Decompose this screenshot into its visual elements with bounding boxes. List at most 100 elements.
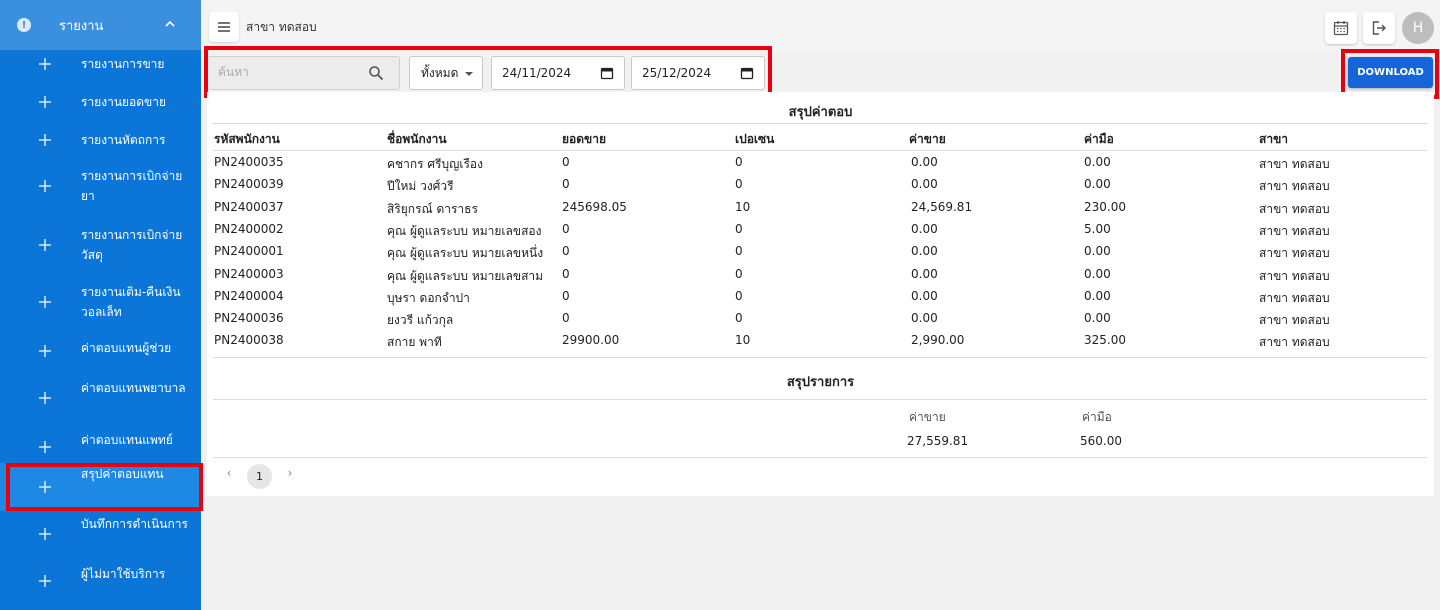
column-header: ชื่อพนักงาน [387,132,447,146]
sidebar-item[interactable]: บันทึกการดำเนินการ [0,513,201,555]
highlight-box-filters [204,46,772,98]
divider [213,150,1427,151]
sidebar-item-label: รายงานเติม-คืนเงินวอลเล็ท [81,285,181,319]
table-cell: คชากร ศรีบุญเรือง [387,157,483,171]
table-cell: 0 [735,177,743,192]
sidebar-item[interactable]: รายงานเติม-คืนเงินวอลเล็ท [0,281,201,323]
avatar[interactable]: H [1402,12,1434,44]
table-cell: 0 [562,266,570,281]
table-cell: 0.00 [911,266,938,281]
table-cell: 0.00 [1084,311,1111,326]
summary-sales-label: ค่าขาย [909,410,946,424]
table-cell: 0.00 [911,288,938,303]
summary-title: สรุปรายการ [786,375,855,390]
table-cell: PN2400037 [214,199,284,214]
plus-icon [38,295,52,309]
table-cell: ยงวรี แก้วกุล [387,313,454,328]
sidebar-item-label: ค่าตอบแทนแพทย์ [81,433,173,447]
sidebar-item[interactable]: ค่าตอบแทนแพทย์ [0,429,201,465]
sidebar-item-label: รายงานการขาย [81,57,165,71]
sidebar-item[interactable]: รายงานการขาย [0,53,201,75]
table-cell: PN2400003 [214,266,284,281]
table-cell: สาขา ทดสอบ [1259,335,1330,350]
sidebar-item-label: รายงานการเบิกจ่ายวัสดุ [81,228,183,262]
table-cell: สิริยุกรณ์ ดาราธร [387,201,478,216]
table-cell: 0.00 [911,244,938,259]
table-cell: PN2400001 [214,244,284,259]
table-cell: PN2400004 [214,288,284,303]
table-cell: สาขา ทดสอบ [1259,313,1330,328]
table-cell: สาขา ทดสอบ [1259,268,1330,283]
sidebar-item[interactable]: รายงานยอดขาย [0,91,201,113]
sidebar-item[interactable]: ค่าตอบแทนพยาบาล [0,377,201,419]
table-cell: สกาย พาที [387,335,442,350]
table-cell: 0 [735,311,743,326]
branch-title: สาขา ทดสอบ [246,20,317,34]
sidebar-item-label: ค่าตอบแทนพยาบาล [81,381,186,395]
column-header: ค่าขาย [909,132,946,146]
table-cell: คุณ ผู้ดูแลระบบ หมายเลขสอง [387,223,542,238]
table-cell: 0 [562,288,570,303]
table-cell: 29900.00 [562,333,620,348]
table-cell: 0 [735,155,743,169]
table-cell: PN2400002 [214,221,284,236]
table-cell: PN2400036 [214,311,284,326]
table-cell: สาขา ทดสอบ [1259,290,1330,305]
menu-button[interactable] [209,12,239,42]
sidebar-section-label: รายงาน [59,18,104,34]
pagination-next-button[interactable]: › [282,465,298,481]
pagination-prev-button[interactable]: ‹ [221,465,237,481]
logout-button[interactable] [1363,12,1395,44]
table-cell: PN2400038 [214,333,284,348]
sidebar-item[interactable]: รายงานการเบิกจ่ายวัสดุ [0,224,201,266]
table-cell: 0 [562,155,570,169]
pagination-page-button[interactable]: 1 [247,464,272,489]
divider [213,357,1427,358]
table-cell: สาขา ทดสอบ [1259,179,1330,194]
summary-hand-label: ค่ามือ [1082,410,1112,424]
table-cell: 0.00 [1084,244,1111,259]
table-cell: 0.00 [911,311,938,326]
table-cell: สาขา ทดสอบ [1259,157,1330,171]
table-cell: 0 [735,221,743,236]
table-title: สรุปค่าตอบ [788,105,853,120]
sidebar-item-label: ผู้ไม่มาใช้บริการ [81,567,166,581]
divider [213,457,1427,458]
table-cell: 230.00 [1084,199,1126,214]
plus-icon [38,179,52,193]
table-cell: 325.00 [1084,333,1126,348]
divider [213,123,1427,124]
plus-icon [38,527,52,541]
calendar-button[interactable] [1325,12,1357,44]
table-cell: คุณ ผู้ดูแลระบบ หมายเลขสาม [387,268,544,283]
info-icon: ! [17,18,31,32]
column-header: เปอเซน [735,132,775,146]
sidebar-item-label: รายงานหัตถการ [81,133,166,147]
table-cell: PN2400039 [214,177,284,192]
sidebar-item[interactable]: ค่าตอบแทนผู้ช่วย [0,337,201,365]
calendar-icon [1333,21,1349,36]
table-cell: 0.00 [911,221,938,236]
column-header: สาขา [1259,132,1289,146]
sidebar-item[interactable]: รายงานหัตถการ [0,129,201,151]
table-cell: 0 [735,244,743,259]
plus-icon [38,95,52,109]
plus-icon [38,57,52,71]
table-cell: 0 [562,221,570,236]
table-cell: 0.00 [1084,288,1111,303]
sidebar-section-reports[interactable]: ! รายงาน [0,0,201,50]
table-cell: 5.00 [1084,221,1111,236]
sidebar-item[interactable]: ผู้ไม่มาใช้บริการ [0,563,201,599]
plus-icon [38,391,52,405]
sidebar-item[interactable]: รายงานการเบิกจ่ายยา [0,165,201,207]
logout-icon [1372,21,1386,35]
table-cell: 0 [735,288,743,303]
table-cell: 0 [735,266,743,281]
table-cell: 10 [735,199,751,214]
table-cell: สาขา ทดสอบ [1259,223,1330,238]
table-cell: 0.00 [911,177,938,192]
chevron-up-icon[interactable] [160,14,180,34]
plus-icon [38,344,52,358]
summary-sales-value: 27,559.81 [907,434,969,448]
column-header: รหัสพนักงาน [214,132,280,146]
